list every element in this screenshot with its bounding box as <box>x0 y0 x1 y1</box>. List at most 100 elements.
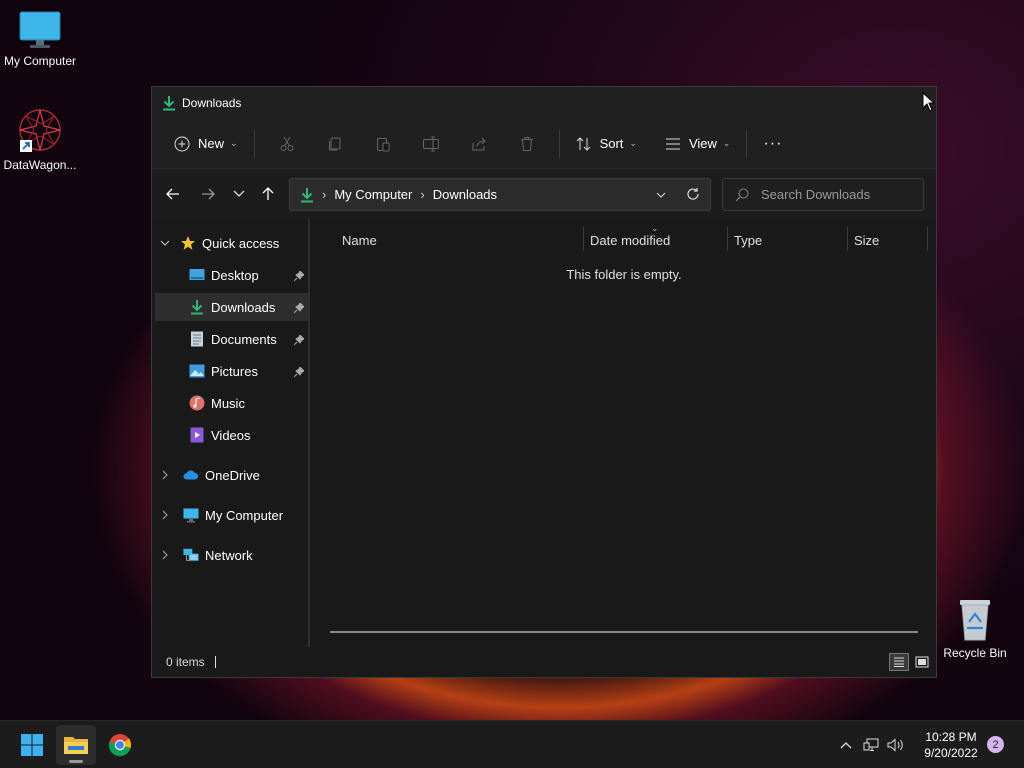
folder-icon <box>64 737 88 754</box>
sidebar-item-label: Music <box>211 395 245 411</box>
file-explorer-taskbar-button[interactable] <box>56 725 96 765</box>
chevron-down-icon: ⌄ <box>230 138 238 148</box>
new-button-label: New <box>198 136 225 151</box>
desktop-icon-my-computer[interactable]: My Computer <box>0 10 80 68</box>
chevron-down-icon: ⌄ <box>629 138 637 148</box>
desktop-icon-datawagon[interactable]: DataWagon... <box>0 106 80 172</box>
desktop-icon-label: Recycle Bin <box>943 646 1007 660</box>
column-header-date-modified[interactable]: Date modified <box>590 233 670 248</box>
sidebar-item-label: My Computer <box>205 507 284 523</box>
sidebar-item-documents[interactable]: Documents <box>155 325 308 353</box>
breadcrumb-downloads[interactable]: Downloads <box>433 187 497 202</box>
taskbar: 10:28 PM 9/20/2022 <box>0 720 1024 768</box>
search-input[interactable]: Search Downloads <box>722 178 924 211</box>
view-lines-icon <box>665 138 680 149</box>
empty-folder-message: This folder is empty. <box>566 267 682 282</box>
toolbar-divider <box>558 129 560 158</box>
title-bar[interactable]: Downloads <box>152 87 936 119</box>
volume-button[interactable] <box>884 738 908 752</box>
column-divider[interactable] <box>583 227 584 251</box>
system-tray <box>834 721 908 768</box>
refresh-icon[interactable] <box>686 187 700 204</box>
sidebar-item-label: Quick access <box>202 235 280 251</box>
rename-icon <box>422 136 439 151</box>
taskbar-clock[interactable]: 10:28 PM 9/20/2022 <box>916 729 986 761</box>
chrome-icon <box>108 734 131 757</box>
star-icon <box>181 236 195 250</box>
scissors-icon <box>280 136 294 151</box>
new-button[interactable]: New ⌄ <box>166 128 246 160</box>
datawagon-logo-icon <box>19 109 61 152</box>
cloud-icon <box>183 467 199 483</box>
pin-icon <box>293 301 305 316</box>
rename-button[interactable] <box>415 128 447 160</box>
download-icon <box>189 299 205 315</box>
view-button[interactable]: View ⌄ <box>657 128 739 160</box>
status-bar: 0 items <box>152 647 936 677</box>
sort-button[interactable]: Sort ⌄ <box>568 128 645 160</box>
pin-icon <box>293 365 305 380</box>
sidebar-item-pictures[interactable]: Pictures <box>155 357 308 385</box>
sidebar-item-downloads[interactable]: Downloads <box>155 293 308 321</box>
desktop-icon-recycle-bin[interactable]: Recycle Bin <box>935 596 1015 660</box>
toolbar-divider <box>746 129 748 158</box>
network-icon <box>183 547 199 563</box>
horizontal-scrollbar[interactable] <box>330 631 918 633</box>
recent-locations-button[interactable] <box>224 179 254 209</box>
address-dropdown-icon[interactable] <box>656 187 666 202</box>
chevron-down-icon <box>160 240 170 246</box>
sort-button-label: Sort <box>599 136 624 151</box>
back-button[interactable] <box>158 179 188 209</box>
column-divider[interactable] <box>727 227 728 251</box>
sidebar-item-videos[interactable]: Videos <box>155 421 308 449</box>
view-button-label: View <box>688 136 717 151</box>
add-circle-icon <box>174 136 190 151</box>
search-icon <box>735 188 749 201</box>
clock-time: 10:28 PM <box>925 730 977 744</box>
command-bar: New ⌄ Sort ⌄ View ⌄ ··· <box>152 119 936 169</box>
column-divider[interactable] <box>847 227 848 251</box>
details-view-button[interactable] <box>889 653 909 671</box>
paste-button[interactable] <box>367 128 399 160</box>
sidebar-item-quick-access[interactable]: Quick access <box>160 229 310 257</box>
address-bar[interactable]: › My Computer › Downloads <box>289 178 711 211</box>
column-divider[interactable] <box>927 227 928 251</box>
copy-button[interactable] <box>319 128 351 160</box>
share-button[interactable] <box>463 128 495 160</box>
sidebar-item-music[interactable]: Music <box>155 389 308 417</box>
pin-icon <box>293 269 305 284</box>
details-view-icon <box>894 657 904 667</box>
sidebar-item-label: Pictures <box>211 363 258 379</box>
tiles-view-button[interactable] <box>912 653 932 671</box>
running-indicator <box>69 760 83 763</box>
forward-button[interactable] <box>193 179 223 209</box>
column-header-name[interactable]: Name <box>342 233 377 248</box>
up-button[interactable] <box>253 179 283 209</box>
chevron-down-icon <box>233 190 245 197</box>
sidebar-item-my-computer[interactable]: My Computer <box>162 501 310 529</box>
sidebar-item-network[interactable]: Network <box>162 541 310 569</box>
explorer-body: Quick access Desktop Downloads Documents… <box>152 219 936 647</box>
delete-button[interactable] <box>511 128 543 160</box>
pin-icon <box>293 333 305 348</box>
breadcrumb-my-computer[interactable]: My Computer <box>334 187 412 202</box>
chrome-taskbar-button[interactable] <box>100 725 140 765</box>
cut-button[interactable] <box>271 128 303 160</box>
column-header-size[interactable]: Size <box>854 233 879 248</box>
column-header-type[interactable]: Type <box>734 233 762 248</box>
show-hidden-icons-button[interactable] <box>834 741 858 749</box>
sidebar-item-label: Desktop <box>211 267 259 283</box>
sidebar-item-desktop[interactable]: Desktop <box>155 261 308 289</box>
windows-logo-icon <box>21 734 43 756</box>
see-more-button[interactable]: ··· <box>755 128 790 160</box>
speaker-icon <box>887 738 903 752</box>
start-button[interactable] <box>12 725 52 765</box>
sidebar-item-label: OneDrive <box>205 467 260 483</box>
sidebar-item-onedrive[interactable]: OneDrive <box>162 461 310 489</box>
notification-badge[interactable]: 2 <box>987 736 1004 753</box>
sidebar-item-label: Documents <box>211 331 277 347</box>
desktop-icon-label: My Computer <box>3 54 77 68</box>
desktop-icon-label: DataWagon... <box>3 158 77 172</box>
network-status-button[interactable] <box>858 738 884 752</box>
document-icon <box>189 331 205 347</box>
